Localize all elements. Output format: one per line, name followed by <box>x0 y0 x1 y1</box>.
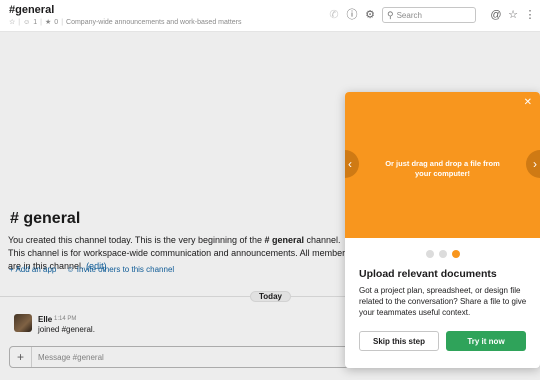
search-input[interactable]: ⚲ Search <box>382 7 476 23</box>
onboarding-body: Got a project plan, spreadsheet, or desi… <box>359 286 527 317</box>
day-divider-label[interactable]: Today <box>250 291 291 302</box>
intro-channel-name: # general <box>264 235 305 245</box>
message-composer[interactable]: + Message #general <box>9 346 349 368</box>
chevron-left-icon: ‹ <box>348 157 352 171</box>
meta-separator: | <box>61 18 64 26</box>
mentions-icon[interactable]: @ <box>490 9 502 21</box>
channel-name[interactable]: #general <box>9 4 54 16</box>
saved-items-icon[interactable]: ☆ <box>507 9 519 21</box>
channel-header: #general ☆ | ☺ 1 | ★ 0 | Company-wide an… <box>0 0 540 32</box>
channel-topic[interactable]: Company-wide announcements and work-base… <box>66 19 241 26</box>
step-dot[interactable] <box>451 250 460 258</box>
add-app-link[interactable]: + Add an app <box>9 265 56 274</box>
step-dot[interactable] <box>425 250 434 258</box>
info-icon[interactable]: ⓘ <box>346 9 358 21</box>
onboarding-hero: Or just drag and drop a file from your c… <box>345 92 540 238</box>
invite-link[interactable]: ☺ Invite others to this channel <box>66 265 174 274</box>
plus-icon[interactable]: + <box>10 347 32 367</box>
intro-actions: + Add an app ☺ Invite others to this cha… <box>9 265 174 274</box>
search-icon: ⚲ <box>387 9 394 20</box>
try-it-now-button[interactable]: Try it now <box>446 331 526 351</box>
meta-separator: | <box>18 18 21 26</box>
composer-placeholder: Message #general <box>38 352 104 362</box>
intro-text-before: You created this channel today. This is … <box>8 235 265 245</box>
step-indicator <box>345 250 540 258</box>
onboarding-title: Upload relevant documents <box>359 268 497 280</box>
onboarding-card: Or just drag and drop a file from your c… <box>345 92 540 368</box>
pins-count[interactable]: 0 <box>54 19 58 26</box>
message-author[interactable]: Elle <box>38 315 52 324</box>
chevron-right-icon: › <box>533 157 537 171</box>
gear-icon[interactable]: ⚙ <box>364 9 376 21</box>
star-icon[interactable]: ☆ <box>9 18 15 26</box>
message-text: joined #general. <box>38 325 95 334</box>
channel-meta: ☆ | ☺ 1 | ★ 0 | Company-wide announcemen… <box>9 18 242 27</box>
avatar[interactable] <box>14 314 32 332</box>
step-dot[interactable] <box>438 250 447 258</box>
call-icon[interactable]: ✆ <box>328 9 340 21</box>
hero-text: Or just drag and drop a file from your c… <box>385 159 500 178</box>
members-icon[interactable]: ☺ <box>23 19 30 26</box>
message-timestamp[interactable]: 1:14 PM <box>54 316 76 322</box>
search-placeholder: Search <box>396 10 422 20</box>
meta-separator: | <box>40 18 42 26</box>
person-icon: ☺ <box>66 265 77 274</box>
close-icon[interactable]: ✕ <box>524 97 532 108</box>
members-count[interactable]: 1 <box>33 19 37 26</box>
invite-label: Invite others to this channel <box>76 265 175 274</box>
skip-step-button[interactable]: Skip this step <box>359 331 439 351</box>
pin-icon[interactable]: ★ <box>45 18 51 26</box>
channel-intro-title: # general <box>10 210 81 227</box>
more-menu-icon[interactable]: ⋮ <box>524 9 536 21</box>
